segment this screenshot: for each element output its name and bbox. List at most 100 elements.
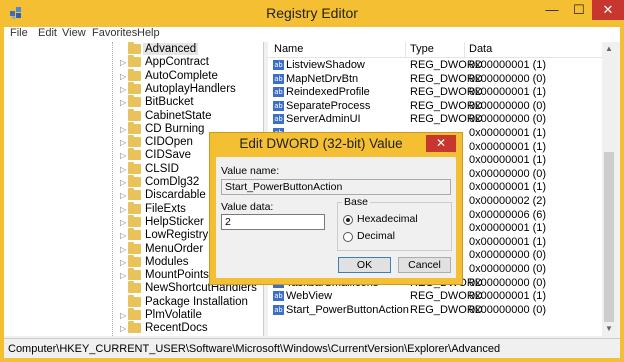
header-name[interactable]: Name bbox=[274, 43, 303, 55]
close-button[interactable]: ✕ bbox=[592, 0, 624, 20]
reg-dword-icon: ab bbox=[273, 291, 284, 302]
value-data: 0x00000000 (0) bbox=[469, 72, 547, 85]
value-data: 0x00000000 (0) bbox=[469, 99, 547, 112]
ok-button[interactable]: OK bbox=[338, 257, 391, 273]
value-data: 0x00000001 (1) bbox=[469, 86, 547, 99]
tree-item-label: AutoComplete bbox=[145, 69, 218, 82]
value-data: 0x00000006 (6) bbox=[469, 208, 547, 221]
value-data: 0x00000001 (1) bbox=[469, 59, 547, 71]
tree-item-label: Advanced bbox=[143, 43, 199, 55]
folder-icon bbox=[128, 308, 141, 320]
value-data: 0x00000000 (0) bbox=[469, 113, 547, 126]
folder-icon bbox=[128, 95, 141, 108]
value-data: 0x00000002 (2) bbox=[469, 195, 547, 207]
reg-dword-icon: ab bbox=[273, 87, 284, 98]
scroll-down-arrow-icon[interactable]: ▼ bbox=[602, 322, 616, 336]
registry-editor-window: Registry Editor — ☐ ✕ File Edit View Fav… bbox=[0, 0, 624, 362]
folder-icon bbox=[128, 321, 141, 334]
value-row[interactable]: ab MapNetDrvBtn REG_DWORD 0x00000000 (0) bbox=[268, 73, 602, 86]
value-row[interactable]: ab ListviewShadow REG_DWORD 0x00000001 (1) bbox=[268, 59, 602, 72]
header-separator[interactable] bbox=[464, 42, 465, 57]
value-data: 0x00000000 (0) bbox=[469, 263, 547, 275]
folder-icon bbox=[128, 294, 141, 307]
tree-guide-line bbox=[112, 42, 114, 336]
value-data: 0x00000000 (0) bbox=[469, 249, 547, 262]
value-data: 0x00000001 (1) bbox=[469, 235, 547, 248]
minimize-button[interactable]: — bbox=[538, 0, 566, 21]
folder-icon bbox=[128, 188, 141, 201]
menu-help[interactable]: Help bbox=[137, 27, 160, 39]
tree-item-label: RecentDocs bbox=[145, 322, 208, 335]
tree-item-label: CD Burning bbox=[145, 122, 205, 135]
value-row[interactable]: ab ServerAdminUI REG_DWORD 0x00000000 (0) bbox=[268, 113, 602, 126]
header-type[interactable]: Type bbox=[410, 43, 434, 55]
tree-item-label: AutoplayHandlers bbox=[145, 82, 236, 95]
hexadecimal-label[interactable]: Hexadecimal bbox=[357, 213, 418, 225]
value-row[interactable]: ab SeparateProcess REG_DWORD 0x00000000 (0) bbox=[268, 100, 602, 113]
folder-icon bbox=[128, 108, 141, 121]
value-data: 0x00000000 (0) bbox=[469, 276, 547, 289]
value-data: 0x00000000 (0) bbox=[469, 303, 547, 316]
scroll-thumb[interactable] bbox=[604, 152, 614, 322]
edit-dword-dialog: Edit DWORD (32-bit) Value ✕ Value name: … bbox=[209, 132, 463, 285]
menu-view[interactable]: View bbox=[62, 27, 86, 39]
menu-file[interactable]: File bbox=[10, 27, 28, 39]
menu-favorites[interactable]: Favorites bbox=[92, 27, 137, 39]
header-separator[interactable] bbox=[405, 42, 406, 57]
base-label: Base bbox=[342, 196, 370, 208]
folder-icon bbox=[128, 268, 141, 281]
reg-dword-icon: ab bbox=[273, 60, 284, 70]
folder-icon bbox=[128, 214, 141, 227]
folder-icon bbox=[128, 281, 141, 294]
header-data[interactable]: Data bbox=[469, 43, 492, 55]
dialog-close-button[interactable]: ✕ bbox=[426, 135, 456, 152]
reg-dword-icon: ab bbox=[273, 100, 284, 111]
dialog-title: Edit DWORD (32-bit) Value bbox=[239, 136, 403, 151]
reg-dword-icon: ab bbox=[273, 114, 284, 125]
decimal-label[interactable]: Decimal bbox=[357, 230, 395, 242]
cancel-button[interactable]: Cancel bbox=[398, 257, 451, 273]
value-name: ServerAdminUI bbox=[286, 113, 361, 126]
scroll-up-arrow-icon[interactable]: ▲ bbox=[602, 42, 616, 56]
tree-item-label: CabinetState bbox=[145, 109, 212, 122]
base-group: Base Hexadecimal Decimal bbox=[337, 196, 452, 251]
tree-item-label: MenuOrder bbox=[145, 242, 204, 255]
menu-edit[interactable]: Edit bbox=[38, 27, 57, 39]
value-name: SeparateProcess bbox=[286, 99, 371, 112]
hexadecimal-radio[interactable] bbox=[343, 215, 353, 225]
dialog-body: Value name: Start_PowerButtonAction Valu… bbox=[216, 157, 456, 278]
tree-item[interactable]: ▷ RecentDocs bbox=[4, 321, 263, 336]
tree-item-label: Discardable bbox=[145, 189, 206, 202]
maximize-button[interactable]: ☐ bbox=[566, 0, 592, 21]
value-name: WebView bbox=[286, 290, 333, 303]
decimal-radio[interactable] bbox=[343, 232, 353, 242]
value-data: 0x00000001 (1) bbox=[469, 154, 547, 167]
folder-icon bbox=[128, 148, 141, 161]
window-title: Registry Editor bbox=[266, 5, 358, 21]
value-name: ListviewShadow bbox=[286, 59, 365, 71]
value-data-input[interactable]: 2 bbox=[221, 214, 325, 230]
expand-arrow-icon[interactable]: ▷ bbox=[120, 321, 126, 336]
value-name-field: Start_PowerButtonAction bbox=[221, 179, 451, 195]
tree-item-label: CLSID bbox=[145, 162, 179, 175]
tree-item-label: Modules bbox=[145, 255, 189, 268]
value-row[interactable]: ab Start_PowerButtonAction REG_DWORD 0x0000… bbox=[268, 304, 602, 317]
folder-icon bbox=[128, 241, 141, 254]
value-row[interactable]: ab ReindexedProfile REG_DWORD 0x00000001 (1… bbox=[268, 86, 602, 99]
folder-icon bbox=[128, 81, 141, 94]
value-data: 0x00000000 (0) bbox=[469, 167, 547, 180]
folder-icon bbox=[128, 175, 141, 187]
value-data: 0x00000001 (1) bbox=[469, 222, 547, 235]
title-bar[interactable]: Registry Editor — ☐ ✕ bbox=[0, 0, 624, 27]
tree-item-label: LowRegistry bbox=[145, 229, 209, 242]
value-name: MapNetDrvBtn bbox=[286, 72, 359, 85]
tree-item-label: CIDOpen bbox=[145, 136, 193, 149]
vertical-scrollbar[interactable]: ▲ ▼ bbox=[602, 42, 616, 336]
folder-icon bbox=[128, 254, 141, 267]
tree-item-label: MountPoints2 bbox=[145, 269, 216, 282]
value-data: 0x00000001 (1) bbox=[469, 140, 547, 153]
tree-item-label: PlmVolatile bbox=[145, 309, 202, 321]
list-header: Name Type Data bbox=[268, 42, 602, 58]
value-row[interactable]: ab WebView REG_DWORD 0x00000001 (1) bbox=[268, 290, 602, 303]
folder-icon bbox=[128, 228, 141, 241]
